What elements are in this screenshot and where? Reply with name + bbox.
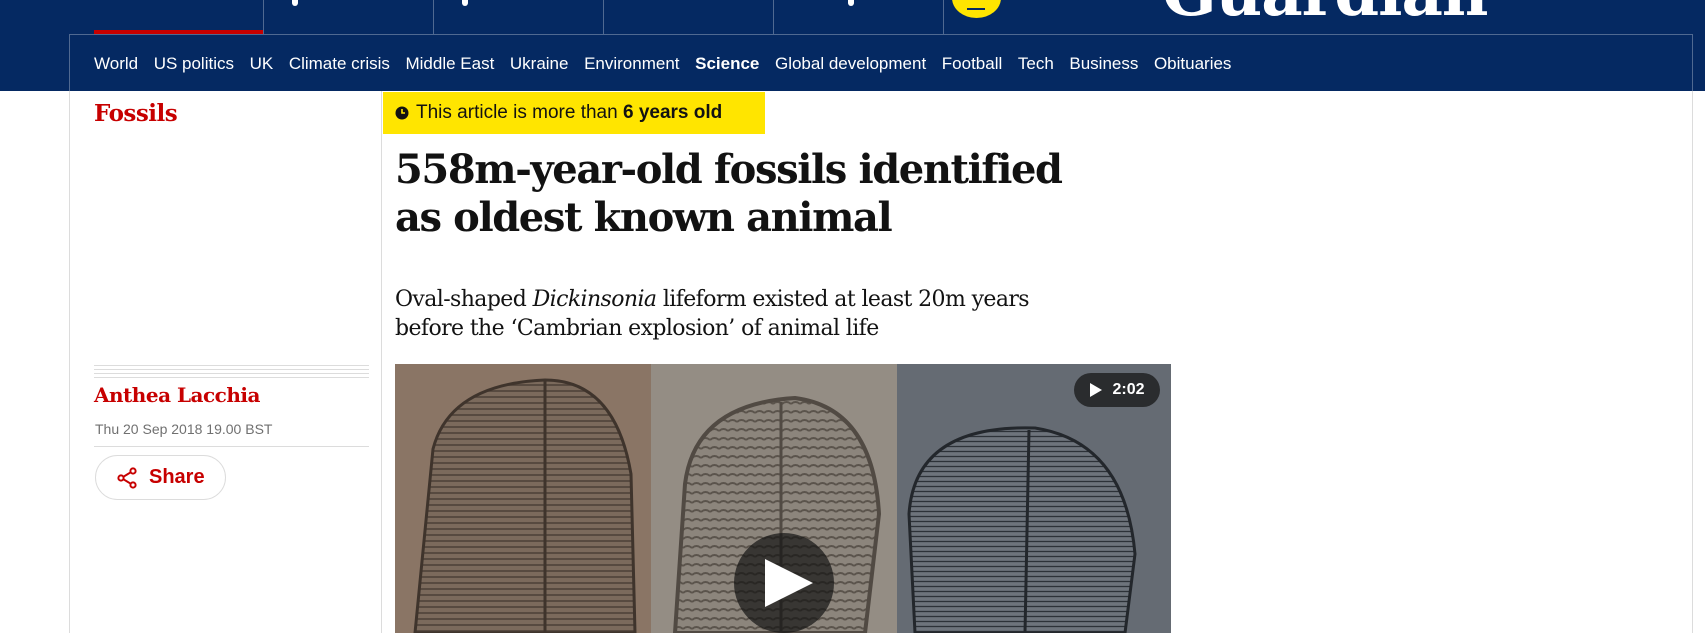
video-player[interactable]: 2:02 xyxy=(395,364,1171,633)
play-icon xyxy=(1090,383,1103,397)
clock-icon xyxy=(395,106,409,120)
age-notice-value: 6 years old xyxy=(622,102,723,123)
section-label[interactable]: Fossils xyxy=(94,100,178,127)
byline-author[interactable]: Anthea Lacchia xyxy=(94,383,260,407)
share-button[interactable]: Share xyxy=(95,455,226,500)
subnav-item-us-politics[interactable]: US politics xyxy=(154,53,234,75)
subnav-item-world[interactable]: World xyxy=(94,53,138,75)
subnav-item-obituaries[interactable]: Obituaries xyxy=(1154,53,1231,75)
video-duration-badge[interactable]: 2:02 xyxy=(1074,373,1160,407)
pillar-divider xyxy=(263,0,264,34)
meta-rule xyxy=(94,365,369,381)
pillar-link-opinion[interactable] xyxy=(462,0,468,6)
pillar-divider xyxy=(773,0,774,34)
video-play-button[interactable] xyxy=(734,533,834,633)
guardian-logo[interactable]: Guardian xyxy=(1162,0,1488,26)
subnav-item-uk[interactable]: UK xyxy=(250,53,274,75)
subnav-item-climate-crisis[interactable]: Climate crisis xyxy=(289,53,390,75)
publish-date: Thu 20 Sep 2018 19.00 BST xyxy=(95,421,273,437)
play-icon xyxy=(765,559,813,607)
pillar-link-news[interactable] xyxy=(292,0,298,6)
age-notice-text: This article is more than 6 years old xyxy=(416,102,723,123)
subnav-item-ukraine[interactable]: Ukraine xyxy=(510,53,569,75)
column-divider xyxy=(69,91,70,633)
article-headline: 558m-year-old fossils identified as olde… xyxy=(395,146,1063,241)
subnav-item-science[interactable]: Science xyxy=(695,53,759,75)
subnav-item-football[interactable]: Football xyxy=(942,53,1002,75)
article-age-notice: This article is more than 6 years old xyxy=(383,92,765,134)
pillar-divider xyxy=(433,0,434,34)
subnav-item-environment[interactable]: Environment xyxy=(584,53,679,75)
pillar-divider xyxy=(943,0,944,34)
pillar-link-lifestyle[interactable] xyxy=(848,0,854,6)
subnav-item-middle-east[interactable]: Middle East xyxy=(405,53,494,75)
pillar-divider xyxy=(603,0,604,34)
subnav-item-tech[interactable]: Tech xyxy=(1018,53,1054,75)
subnav-item-business[interactable]: Business xyxy=(1069,53,1138,75)
standfirst-italic: Dickinsonia xyxy=(532,287,657,312)
share-label: Share xyxy=(149,466,205,488)
column-divider xyxy=(1692,91,1693,633)
share-icon xyxy=(117,466,137,489)
article-standfirst: Oval-shaped Dickinsonia lifeform existed… xyxy=(395,287,1030,341)
subnav-item-global-development[interactable]: Global development xyxy=(775,53,926,75)
meta-divider xyxy=(94,446,369,447)
subnav: World US politics UK Climate crisis Midd… xyxy=(94,53,1247,75)
video-duration: 2:02 xyxy=(1112,381,1145,398)
column-divider xyxy=(381,91,382,633)
